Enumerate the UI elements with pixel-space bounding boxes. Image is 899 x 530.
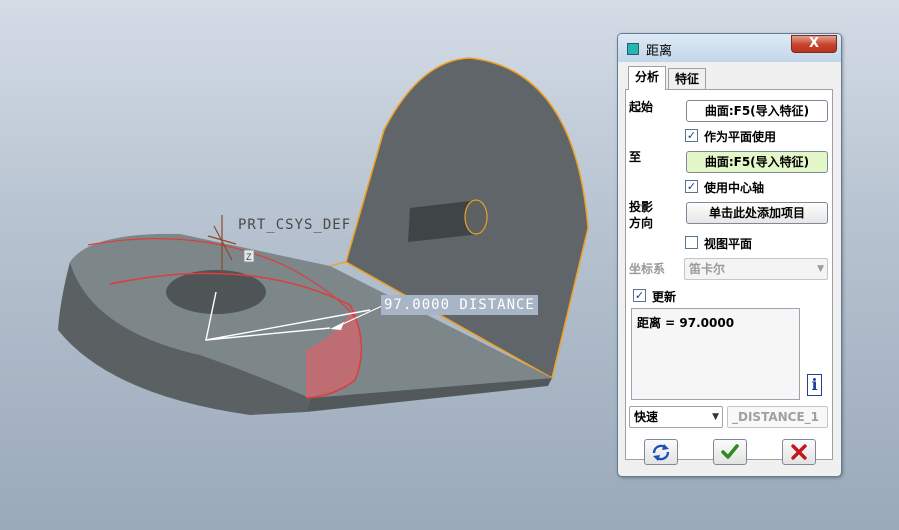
projection-label-1: 投影 (629, 200, 654, 214)
distance-label: 97.0000 DISTANCE (381, 295, 538, 315)
projection-label-2: 方向 (629, 216, 654, 230)
distance-dialog: 距离 X 分析 特征 起始 曲面:F5(导入特征) ✓ 作为平面使用 至 曲面:… (617, 33, 842, 477)
csys-label: PRT_CSYS_DEF (238, 217, 352, 233)
csys-axis-letter: Z (246, 252, 252, 262)
tab-feature[interactable]: 特征 (668, 68, 707, 90)
results-box[interactable]: 距离 = 97.0000 (631, 308, 800, 400)
view-plane-label: 视图平面 (704, 237, 753, 251)
use-center-axis-label: 使用中心轴 (704, 181, 765, 195)
mode-dropdown[interactable]: 快速 ▼ (629, 406, 723, 428)
dialog-body: 分析 特征 起始 曲面:F5(导入特征) ✓ 作为平面使用 至 曲面:F5(导入… (624, 64, 835, 472)
analysis-panel: 起始 曲面:F5(导入特征) ✓ 作为平面使用 至 曲面:F5(导入特征) ✓ … (625, 89, 833, 460)
info-icon[interactable]: i (807, 374, 822, 396)
cancel-button[interactable] (782, 439, 816, 465)
to-label: 至 (629, 150, 642, 164)
update-label: 更新 (652, 290, 677, 304)
use-as-plane-checkbox[interactable]: ✓ (685, 129, 698, 142)
close-button[interactable]: X (791, 35, 837, 53)
checkmark-icon (721, 444, 739, 459)
close-x-icon (791, 444, 807, 460)
use-as-plane-label: 作为平面使用 (704, 130, 777, 144)
ok-button[interactable] (713, 439, 747, 465)
chevron-down-icon: ▼ (817, 264, 824, 274)
result-text: 距离 = 97.0000 (637, 316, 735, 330)
tab-analysis[interactable]: 分析 (628, 66, 667, 90)
from-label: 起始 (629, 100, 654, 114)
repeat-button[interactable] (644, 439, 678, 465)
dialog-title: 距离 (646, 44, 673, 59)
chevron-down-icon: ▼ (712, 412, 719, 422)
pin-end (464, 199, 488, 235)
use-center-axis-checkbox[interactable]: ✓ (685, 180, 698, 193)
projection-add-button[interactable]: 单击此处添加项目 (686, 202, 828, 224)
to-collector[interactable]: 曲面:F5(导入特征) (686, 151, 828, 173)
analysis-name-field[interactable]: _DISTANCE_1 (727, 406, 828, 428)
view-plane-checkbox[interactable] (685, 236, 698, 249)
update-checkbox[interactable]: ✓ (633, 289, 646, 302)
refresh-icon (652, 444, 670, 461)
mode-dropdown-value: 快速 (634, 410, 659, 424)
csys-dropdown[interactable]: 笛卡尔 ▼ (684, 258, 828, 280)
csys-dropdown-value: 笛卡尔 (689, 262, 726, 276)
csys-label: 坐标系 (629, 262, 666, 276)
dialog-title-bar[interactable]: 距离 X (618, 34, 841, 62)
from-collector[interactable]: 曲面:F5(导入特征) (686, 100, 828, 122)
dialog-app-icon (627, 43, 639, 55)
